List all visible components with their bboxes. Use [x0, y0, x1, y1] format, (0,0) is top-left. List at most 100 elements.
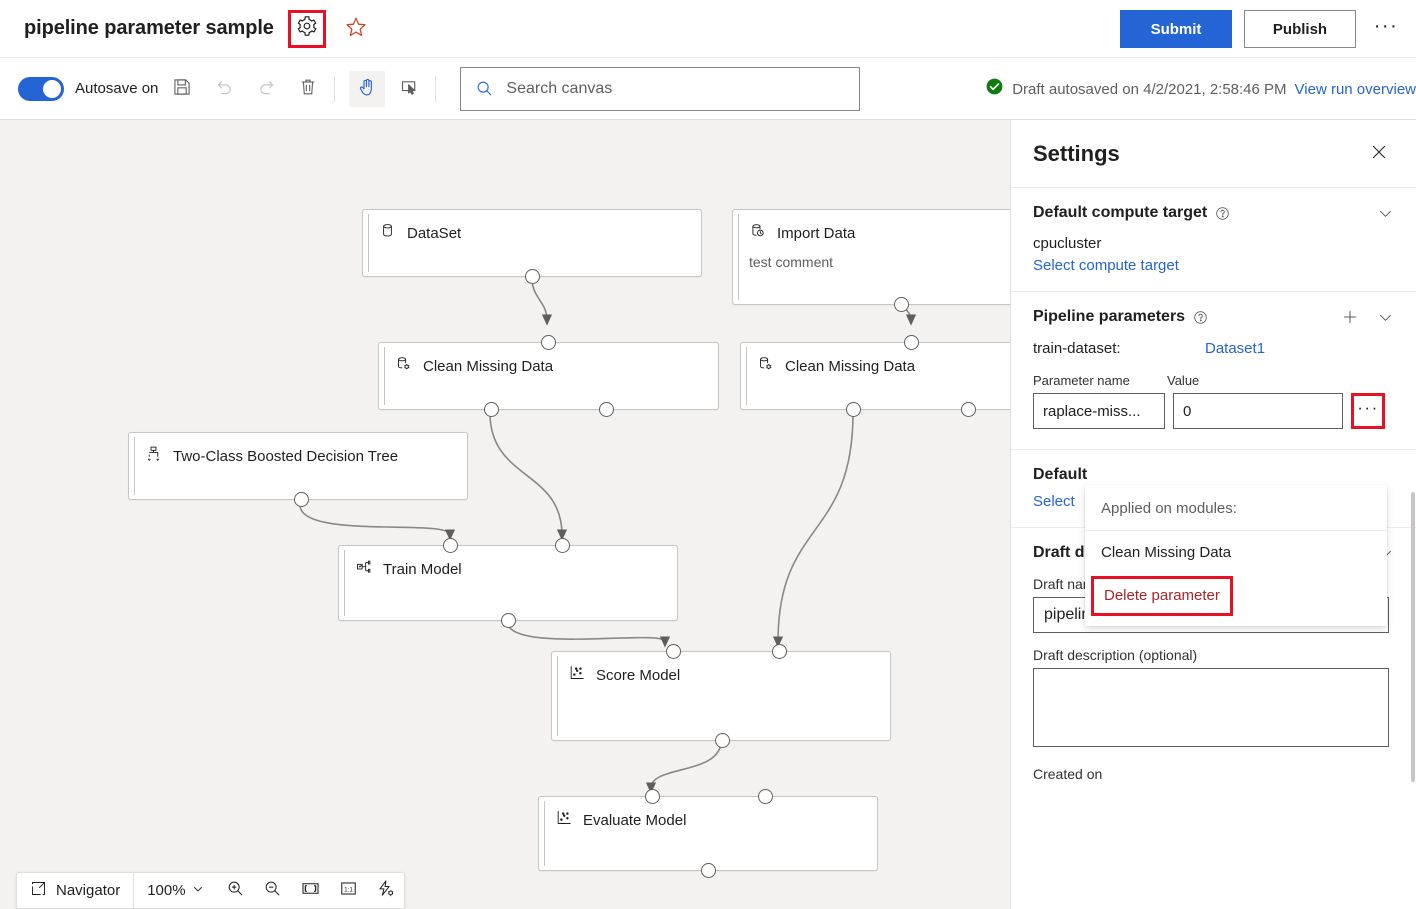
search-input[interactable]	[504, 78, 860, 99]
node-label: Clean Missing Data	[785, 357, 916, 375]
save-icon	[172, 77, 192, 100]
navigator-bar: Navigator 100% 1:1	[16, 872, 405, 909]
node-output-port-1[interactable]	[484, 402, 499, 417]
node-score-model[interactable]: Score Model	[551, 644, 891, 748]
node-evaluate-model[interactable]: Evaluate Model	[538, 789, 878, 878]
node-label: Evaluate Model	[583, 811, 687, 829]
parameter-entry-key: train-dataset:	[1033, 340, 1121, 357]
autosave-toggle[interactable]	[18, 76, 64, 101]
parameter-table-headers: Parameter name Value	[1033, 373, 1394, 388]
section-pipeline-parameters: Pipeline parameters train-dataset: Datas…	[1011, 292, 1416, 450]
actual-size-button[interactable]: 1:1	[330, 879, 367, 903]
node-output-port[interactable]	[715, 733, 730, 748]
node-output-port[interactable]	[701, 863, 716, 878]
node-input-port[interactable]	[541, 335, 556, 350]
page-title: pipeline parameter sample	[24, 17, 274, 39]
node-two-class-boosted-decision-tree[interactable]: Two-Class Boosted Decision Tree	[128, 432, 468, 507]
node-output-port[interactable]	[294, 492, 309, 507]
navigator-label: Navigator	[56, 882, 121, 899]
collapse-parameters-section-button[interactable]	[1377, 309, 1394, 326]
save-button[interactable]	[164, 71, 200, 107]
auto-layout-button[interactable]	[367, 879, 404, 903]
gear-icon	[296, 15, 318, 42]
fit-to-screen-button[interactable]	[291, 879, 330, 903]
node-input-port-2[interactable]	[772, 644, 787, 659]
col-header-value: Value	[1167, 373, 1200, 388]
node-input-port-1[interactable]	[645, 789, 660, 804]
delete-button[interactable]	[290, 71, 326, 107]
node-dataset[interactable]: DataSet	[362, 209, 702, 284]
favorite-button[interactable]	[340, 13, 372, 45]
collapse-compute-section-button[interactable]	[1377, 205, 1394, 222]
undo-button[interactable]	[206, 71, 242, 107]
view-run-overview-link[interactable]: View run overview	[1295, 81, 1416, 98]
node-output-port[interactable]	[501, 613, 516, 628]
node-input-port-2[interactable]	[758, 789, 773, 804]
more-options-button[interactable]: ···	[1368, 11, 1404, 47]
node-label: Import Data	[777, 224, 856, 242]
fit-to-screen-icon	[300, 879, 321, 903]
parameter-value-input[interactable]	[1173, 393, 1343, 429]
select-datastore-link[interactable]: Select	[1033, 493, 1075, 510]
node-output-port-2[interactable]	[599, 402, 614, 417]
settings-title: Settings	[1033, 140, 1120, 166]
svg-text:1:1: 1:1	[344, 886, 353, 893]
node-clean-missing-data-1[interactable]: Clean Missing Data	[378, 335, 719, 417]
zoom-in-icon	[226, 879, 245, 903]
zoom-out-button[interactable]	[254, 879, 291, 903]
node-input-port[interactable]	[904, 335, 919, 350]
select-tool-button[interactable]	[391, 71, 427, 107]
node-input-port-1[interactable]	[666, 644, 681, 659]
node-import-data[interactable]: Import Data test comment	[732, 209, 1010, 312]
node-clean-missing-data-2[interactable]: Clean Missing Data	[740, 335, 1010, 417]
select-compute-target-link[interactable]: Select compute target	[1033, 257, 1179, 274]
zoom-in-button[interactable]	[217, 879, 254, 903]
node-train-model[interactable]: Train Model	[338, 538, 678, 628]
delete-parameter-menu-item[interactable]: Delete parameter	[1094, 579, 1230, 613]
clean-data-icon	[395, 355, 412, 377]
node-input-port-2[interactable]	[555, 538, 570, 553]
delete-parameter-highlight: Delete parameter	[1091, 576, 1233, 616]
col-header-parameter-name: Parameter name	[1033, 373, 1130, 388]
node-output-port[interactable]	[525, 269, 540, 284]
section-default-compute-target: Default compute target cpucluster Select	[1011, 188, 1416, 292]
database-icon	[379, 222, 396, 244]
autosave-status-text: Draft autosaved on 4/2/2021, 2:58:46 PM	[1012, 80, 1287, 98]
autosave-status: Draft autosaved on 4/2/2021, 2:58:46 PM …	[985, 58, 1416, 120]
settings-panel-header: Settings	[1011, 120, 1416, 188]
node-input-port-1[interactable]	[443, 538, 458, 553]
pan-icon	[357, 77, 378, 101]
autosave-label: Autosave on	[75, 80, 159, 97]
close-panel-button[interactable]	[1364, 139, 1394, 169]
draft-description-input[interactable]	[1033, 668, 1389, 747]
select-icon	[399, 77, 420, 101]
title-bar-actions: Submit Publish ···	[1120, 0, 1404, 58]
pipeline-canvas[interactable]: DataSet Import Data test comment Clean M…	[0, 120, 1010, 909]
parameter-overflow-button[interactable]: ···	[1351, 393, 1385, 429]
search-canvas-field[interactable]	[460, 66, 861, 111]
node-output-port-1[interactable]	[846, 402, 861, 417]
evaluate-model-icon	[555, 809, 572, 831]
help-circle-icon[interactable]	[1193, 310, 1208, 325]
node-label: Clean Missing Data	[423, 357, 554, 375]
help-circle-icon[interactable]	[1215, 206, 1230, 221]
pan-tool-button[interactable]	[349, 70, 386, 107]
redo-icon	[256, 77, 277, 101]
panel-scrollbar[interactable]	[1411, 492, 1415, 782]
add-parameter-button[interactable]	[1341, 308, 1359, 326]
navigator-button[interactable]: Navigator	[17, 873, 133, 908]
submit-button[interactable]: Submit	[1120, 10, 1232, 48]
context-menu-header: Applied on modules:	[1085, 489, 1387, 531]
toolbar: Autosave on Search canvas Draft autosave…	[0, 58, 1416, 120]
context-menu-item-module[interactable]: Clean Missing Data	[1085, 531, 1387, 574]
parameter-entry-value-link[interactable]: Dataset1	[1205, 340, 1265, 357]
zoom-level-dropdown[interactable]: 100%	[134, 873, 216, 908]
navigator-icon	[30, 880, 47, 902]
node-output-port[interactable]	[894, 297, 909, 312]
parameter-name-input[interactable]	[1033, 393, 1165, 429]
settings-gear-button[interactable]	[287, 9, 326, 48]
publish-button[interactable]: Publish	[1244, 10, 1356, 48]
node-output-port-2[interactable]	[961, 402, 976, 417]
import-data-icon	[749, 222, 766, 244]
redo-button[interactable]	[248, 71, 284, 107]
